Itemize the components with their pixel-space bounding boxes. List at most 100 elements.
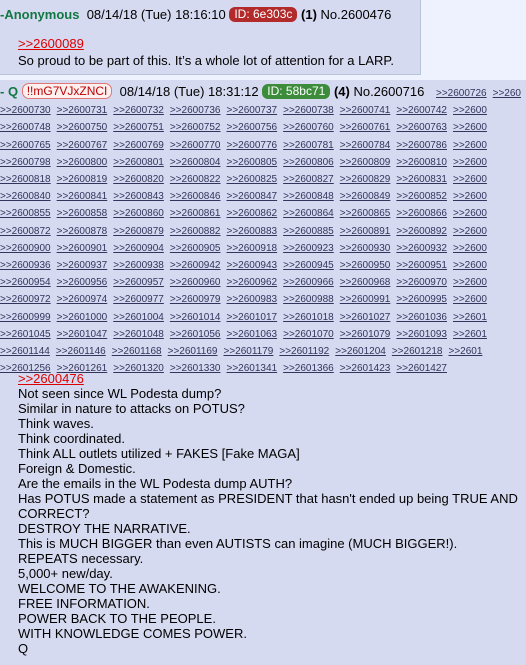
backlink[interactable]: >>2601	[453, 329, 487, 340]
backlink[interactable]: >>2600979	[170, 294, 221, 305]
backlink[interactable]: >>2600936	[0, 260, 51, 271]
backlink[interactable]: >>2600864	[283, 208, 334, 219]
backlink[interactable]: >>2600848	[283, 191, 334, 202]
backlink[interactable]: >>2601014	[170, 312, 221, 323]
backlink[interactable]: >>2600891	[340, 226, 391, 237]
backlink[interactable]: >>2600878	[57, 226, 108, 237]
backlink[interactable]: >>2600	[453, 208, 487, 219]
backlink[interactable]: >>260	[493, 88, 521, 99]
backlink[interactable]: >>2600827	[283, 174, 334, 185]
backlink[interactable]: >>2601168	[112, 346, 162, 357]
backlink[interactable]: >>2600840	[0, 191, 51, 202]
backlink[interactable]: >>2600962	[227, 277, 278, 288]
backlink[interactable]: >>2600930	[340, 243, 391, 254]
backlink[interactable]: >>2600988	[283, 294, 334, 305]
backlink[interactable]: >>2600809	[340, 157, 391, 168]
backlink[interactable]: >>2600	[453, 191, 487, 202]
backlink[interactable]: >>2600732	[113, 105, 164, 116]
backlink[interactable]: >>2600932	[396, 243, 447, 254]
backlink[interactable]: >>2600737	[227, 105, 278, 116]
backlink[interactable]: >>2600801	[113, 157, 164, 168]
backlink[interactable]: >>2600763	[396, 122, 447, 133]
backlink[interactable]: >>2600752	[170, 122, 221, 133]
backlink[interactable]: >>2600999	[0, 312, 51, 323]
backlink[interactable]: >>2600806	[283, 157, 334, 168]
backlink[interactable]: >>2601000	[57, 312, 108, 323]
backlink[interactable]: >>2600883	[227, 226, 278, 237]
backlink[interactable]: >>2601004	[113, 312, 164, 323]
backlink[interactable]: >>2600918	[227, 243, 278, 254]
backlink[interactable]: >>2600951	[396, 260, 447, 271]
post-number-link[interactable]: No.2600716	[353, 84, 424, 99]
backlink[interactable]: >>2600	[453, 174, 487, 185]
backlink[interactable]: >>2600882	[170, 226, 221, 237]
backlink[interactable]: >>2601018	[283, 312, 334, 323]
backlink[interactable]: >>2600945	[283, 260, 334, 271]
backlink[interactable]: >>2600977	[113, 294, 164, 305]
backlink[interactable]: >>2600872	[0, 226, 51, 237]
post-number-link[interactable]: No.2600476	[321, 7, 392, 22]
poster-id-badge[interactable]: ID: 58bc71	[262, 84, 331, 99]
backlink[interactable]: >>2600810	[396, 157, 447, 168]
backlink[interactable]: >>2600885	[283, 226, 334, 237]
backlink[interactable]: >>2600905	[170, 243, 221, 254]
backlink[interactable]: >>2600960	[170, 277, 221, 288]
backlink[interactable]: >>2600843	[113, 191, 164, 202]
backlink[interactable]: >>2600776	[227, 140, 278, 151]
backlink[interactable]: >>2600804	[170, 157, 221, 168]
backlink[interactable]: >>2600765	[0, 140, 51, 151]
backlink[interactable]: >>2600748	[0, 122, 51, 133]
backlink[interactable]: >>2600970	[396, 277, 447, 288]
backlink[interactable]: >>2600968	[340, 277, 391, 288]
backlink[interactable]: >>2600957	[113, 277, 164, 288]
backlink[interactable]: >>2600726	[436, 88, 487, 99]
backlink[interactable]: >>2600	[453, 277, 487, 288]
backlink[interactable]: >>2600847	[227, 191, 278, 202]
backlink[interactable]: >>2600756	[227, 122, 278, 133]
backlink[interactable]: >>2601063	[227, 329, 278, 340]
backlink[interactable]: >>2600943	[227, 260, 278, 271]
backlink[interactable]: >>2600770	[170, 140, 221, 151]
backlink[interactable]: >>2601045	[0, 329, 51, 340]
backlink[interactable]: >>2600818	[0, 174, 51, 185]
backlink[interactable]: >>2600956	[57, 277, 108, 288]
backlink[interactable]: >>2600761	[340, 122, 391, 133]
backlink[interactable]: >>2600846	[170, 191, 221, 202]
backlink[interactable]: >>2600786	[396, 140, 447, 151]
backlink[interactable]: >>2600892	[396, 226, 447, 237]
backlink[interactable]: >>2600781	[283, 140, 334, 151]
backlink[interactable]: >>2601079	[340, 329, 391, 340]
backlink[interactable]: >>2601017	[227, 312, 278, 323]
quote-link[interactable]: >>2600476	[18, 371, 84, 386]
backlink[interactable]: >>2600	[453, 294, 487, 305]
backlink[interactable]: >>2600900	[0, 243, 51, 254]
backlink[interactable]: >>2601048	[113, 329, 164, 340]
backlink[interactable]: >>2600	[453, 243, 487, 254]
quote-link[interactable]: >>2600089	[18, 36, 84, 51]
backlink[interactable]: >>2600858	[57, 208, 108, 219]
backlink[interactable]: >>2600	[453, 157, 487, 168]
backlink[interactable]: >>2600950	[340, 260, 391, 271]
backlink[interactable]: >>2601047	[57, 329, 108, 340]
backlink[interactable]: >>2600730	[0, 105, 51, 116]
backlink[interactable]: >>2601	[453, 312, 487, 323]
backlink[interactable]: >>2600	[453, 122, 487, 133]
backlink[interactable]: >>2600995	[396, 294, 447, 305]
backlink[interactable]: >>2600767	[57, 140, 108, 151]
backlink[interactable]: >>2601146	[56, 346, 106, 357]
backlink[interactable]: >>2600	[453, 105, 487, 116]
backlink[interactable]: >>2600822	[170, 174, 221, 185]
backlink[interactable]: >>2600825	[227, 174, 278, 185]
backlink[interactable]: >>2600938	[113, 260, 164, 271]
backlink[interactable]: >>2600860	[113, 208, 164, 219]
backlink[interactable]: >>2600820	[113, 174, 164, 185]
backlink[interactable]: >>2600831	[396, 174, 447, 185]
backlink[interactable]: >>2601036	[396, 312, 447, 323]
backlink[interactable]: >>2601179	[224, 346, 274, 357]
backlink[interactable]: >>2601169	[168, 346, 218, 357]
backlink[interactable]: >>2600769	[113, 140, 164, 151]
backlink[interactable]: >>2601070	[283, 329, 334, 340]
backlink[interactable]: >>2600731	[57, 105, 108, 116]
backlink[interactable]: >>2600738	[283, 105, 334, 116]
backlink[interactable]: >>2600972	[0, 294, 51, 305]
